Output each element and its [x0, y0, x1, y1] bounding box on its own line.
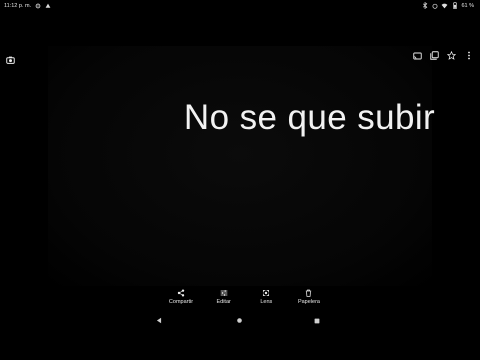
- share-button[interactable]: Compartir: [160, 288, 202, 308]
- trash-icon: [304, 288, 313, 297]
- photo-viewer[interactable]: No se que subir: [48, 46, 435, 286]
- lens-icon: [262, 288, 271, 297]
- tune-icon: [219, 288, 228, 297]
- more-vert-icon[interactable]: [464, 51, 473, 60]
- back-icon[interactable]: [156, 311, 162, 329]
- bluetooth-icon: [421, 2, 428, 9]
- status-left: 11:12 p. m.: [4, 2, 51, 9]
- share-label: Compartir: [168, 299, 194, 305]
- status-bar: 11:12 p. m. 61 %: [0, 0, 480, 14]
- lens-label: Lens: [260, 299, 273, 305]
- home-icon[interactable]: [236, 311, 243, 329]
- alarm-icon: [431, 2, 438, 9]
- trash-label: Papelera: [297, 299, 320, 305]
- trash-button[interactable]: Papelera: [288, 288, 330, 308]
- cast-icon[interactable]: [413, 51, 422, 60]
- share-icon: [177, 288, 186, 297]
- recents-icon[interactable]: [314, 311, 320, 329]
- copy-icon[interactable]: [430, 51, 439, 60]
- status-time: 11:12 p. m.: [4, 2, 32, 9]
- navigation-bar: [0, 308, 480, 324]
- settings-icon: [34, 2, 41, 9]
- camera-icon[interactable]: [6, 56, 15, 65]
- top-toolbar: [0, 48, 480, 64]
- notification-icon: [44, 2, 51, 9]
- wifi-icon: [441, 2, 448, 9]
- status-right: 61 %: [421, 2, 474, 9]
- bottom-action-bar: Compartir Editar Lens Papelera: [160, 288, 330, 308]
- star-icon[interactable]: [447, 51, 456, 60]
- photo-text: No se que subir: [183, 98, 436, 137]
- edit-label: Editar: [216, 299, 231, 305]
- battery-level: 61 %: [461, 2, 474, 9]
- edit-button[interactable]: Editar: [203, 288, 245, 308]
- lens-button[interactable]: Lens: [245, 288, 287, 308]
- battery-icon: [451, 2, 458, 9]
